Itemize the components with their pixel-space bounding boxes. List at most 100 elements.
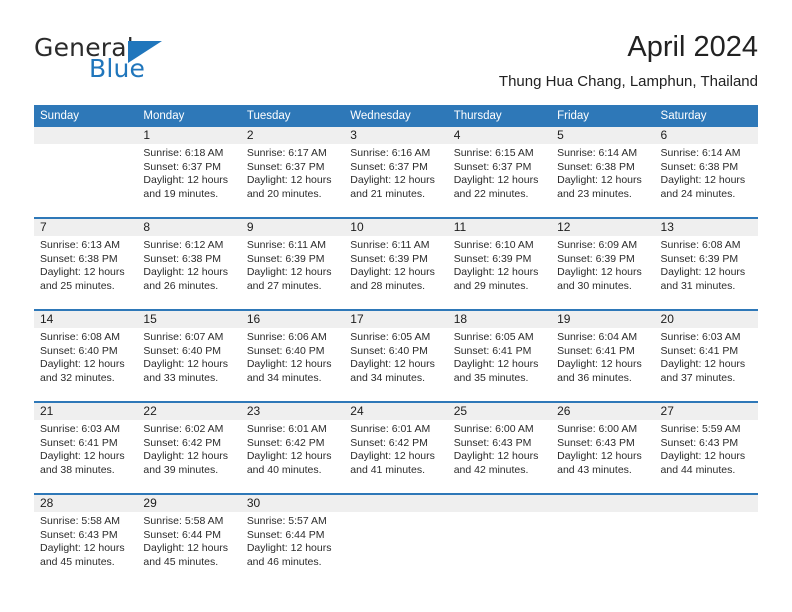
day-number: 16 xyxy=(240,311,345,328)
daylight-text-line2: and 19 minutes. xyxy=(143,187,219,200)
day-number: 17 xyxy=(344,311,448,328)
sunrise-text: Sunrise: 6:03 AM xyxy=(40,423,120,435)
calendar-day-cell[interactable]: 9 Sunrise: 6:11 AM Sunset: 6:39 PM Daylight… xyxy=(240,217,345,310)
calendar-day-cell[interactable]: 13 Sunrise: 6:08 AM Sunset: 6:39 PM Dayligh… xyxy=(654,217,758,310)
calendar-day-cell[interactable]: 30 Sunrise: 5:57 AM Sunset: 6:44 PM Dayligh… xyxy=(240,493,345,585)
calendar-day-cell[interactable]: 10 Sunrise: 6:11 AM Sunset: 6:39 PM Dayligh… xyxy=(344,217,448,310)
calendar-day-cell[interactable]: 25 Sunrise: 6:00 AM Sunset: 6:43 PM Dayligh… xyxy=(447,401,552,494)
daylight-text-line2: and 29 minutes. xyxy=(453,279,529,292)
calendar-day-cell[interactable]: 19 Sunrise: 6:04 AM Sunset: 6:41 PM Dayligh… xyxy=(551,309,655,402)
weekday-header-friday: Friday xyxy=(551,105,655,127)
calendar-day-cell[interactable]: 7 Sunrise: 6:13 AM Sunset: 6:38 PM Daylight… xyxy=(34,217,138,310)
daylight-text-line1: Daylight: 12 hours xyxy=(557,174,642,187)
calendar-day-cell-empty xyxy=(447,493,552,585)
calendar-day-cell[interactable]: 21 Sunrise: 6:03 AM Sunset: 6:41 PM Dayligh… xyxy=(34,401,138,494)
sunrise-text: Sunrise: 5:57 AM xyxy=(246,515,327,527)
day-number: 6 xyxy=(654,127,758,144)
daylight-text-line2: and 45 minutes. xyxy=(143,555,219,568)
day-number: 30 xyxy=(240,495,345,512)
calendar-day-cell-empty xyxy=(344,493,448,585)
day-cell-inner: 14 Sunrise: 6:08 AM Sunset: 6:40 PM Dayligh… xyxy=(34,311,138,401)
daylight-text-line1: Daylight: 12 hours xyxy=(40,450,125,463)
calendar-day-cell[interactable]: 1 Sunrise: 6:18 AM Sunset: 6:37 PM Daylight… xyxy=(137,127,241,218)
calendar-day-cell[interactable]: 2 Sunrise: 6:17 AM Sunset: 6:37 PM Daylight… xyxy=(240,127,345,218)
daylight-text-line2: and 24 minutes. xyxy=(660,187,736,200)
weekday-header-sunday: Sunday xyxy=(34,105,138,127)
calendar-day-cell[interactable]: 16 Sunrise: 6:06 AM Sunset: 6:40 PM Dayligh… xyxy=(240,309,345,402)
sunset-text: Sunset: 6:39 PM xyxy=(246,252,325,265)
calendar-day-cell[interactable]: 18 Sunrise: 6:05 AM Sunset: 6:41 PM Dayligh… xyxy=(447,309,552,402)
calendar-day-cell[interactable]: 5 Sunrise: 6:14 AM Sunset: 6:38 PM Daylight… xyxy=(551,127,655,218)
sunset-text: Sunset: 6:38 PM xyxy=(143,252,222,265)
day-number: 24 xyxy=(344,403,448,420)
calendar-day-cell[interactable]: 3 Sunrise: 6:16 AM Sunset: 6:37 PM Daylight… xyxy=(344,127,448,218)
calendar-day-cell[interactable]: 20 Sunrise: 6:03 AM Sunset: 6:41 PM Dayligh… xyxy=(654,309,758,402)
sunset-text: Sunset: 6:39 PM xyxy=(557,252,635,265)
day-detail: Sunrise: 6:02 AM Sunset: 6:42 PM Daylight:… xyxy=(137,420,240,477)
sunset-text: Sunset: 6:38 PM xyxy=(40,252,118,265)
daylight-text-line2: and 43 minutes. xyxy=(557,463,632,476)
day-cell-inner: 2 Sunrise: 6:17 AM Sunset: 6:37 PM Daylight… xyxy=(240,127,345,217)
calendar-day-cell[interactable]: 23 Sunrise: 6:01 AM Sunset: 6:42 PM Dayligh… xyxy=(240,401,345,494)
daylight-text-line1: Daylight: 12 hours xyxy=(143,266,229,279)
daylight-text-line1: Daylight: 12 hours xyxy=(246,450,332,463)
day-number: 25 xyxy=(447,403,552,420)
calendar-day-cell[interactable]: 26 Sunrise: 6:00 AM Sunset: 6:43 PM Dayligh… xyxy=(551,401,655,494)
day-number xyxy=(551,495,655,512)
day-detail: Sunrise: 6:09 AM Sunset: 6:39 PM Daylight:… xyxy=(551,236,654,293)
day-number: 23 xyxy=(240,403,345,420)
day-cell-inner: 23 Sunrise: 6:01 AM Sunset: 6:42 PM Dayligh… xyxy=(240,403,345,493)
daylight-text-line2: and 22 minutes. xyxy=(453,187,529,200)
daylight-text-line1: Daylight: 12 hours xyxy=(143,174,229,187)
general-blue-logo[interactable]: General Blue xyxy=(34,34,224,90)
daylight-text-line2: and 40 minutes. xyxy=(246,463,322,476)
daylight-text-line1: Daylight: 12 hours xyxy=(557,450,642,463)
sunrise-text: Sunrise: 6:04 AM xyxy=(557,331,638,343)
logo-word-blue: Blue xyxy=(89,54,146,83)
sunrise-text: Sunrise: 6:13 AM xyxy=(40,239,120,251)
calendar-day-cell-empty xyxy=(551,493,655,585)
day-detail: Sunrise: 6:08 AM Sunset: 6:40 PM Daylight:… xyxy=(34,328,137,385)
daylight-text-line2: and 36 minutes. xyxy=(557,371,632,384)
day-cell-inner: 8 Sunrise: 6:12 AM Sunset: 6:38 PM Daylight… xyxy=(137,219,241,309)
sunrise-text: Sunrise: 6:14 AM xyxy=(660,147,741,159)
sunrise-text: Sunrise: 6:00 AM xyxy=(557,423,638,435)
sunset-text: Sunset: 6:37 PM xyxy=(246,160,325,173)
day-detail: Sunrise: 6:10 AM Sunset: 6:39 PM Daylight:… xyxy=(448,236,551,293)
calendar-day-cell[interactable]: 8 Sunrise: 6:12 AM Sunset: 6:38 PM Daylight… xyxy=(137,217,241,310)
sunrise-text: Sunrise: 6:01 AM xyxy=(350,423,431,435)
calendar-day-cell[interactable]: 15 Sunrise: 6:07 AM Sunset: 6:40 PM Dayligh… xyxy=(137,309,241,402)
day-cell-inner xyxy=(551,495,655,585)
day-cell-inner: 28 Sunrise: 5:58 AM Sunset: 6:43 PM Dayligh… xyxy=(34,495,138,585)
day-cell-inner xyxy=(447,495,552,585)
sunrise-text: Sunrise: 5:58 AM xyxy=(143,515,224,527)
calendar-day-cell[interactable]: 24 Sunrise: 6:01 AM Sunset: 6:42 PM Dayligh… xyxy=(344,401,448,494)
calendar-day-cell[interactable]: 29 Sunrise: 5:58 AM Sunset: 6:44 PM Dayligh… xyxy=(137,493,241,585)
sunrise-text: Sunrise: 6:14 AM xyxy=(557,147,638,159)
calendar-day-cell[interactable]: 4 Sunrise: 6:15 AM Sunset: 6:37 PM Daylight… xyxy=(447,127,552,218)
calendar-day-cell[interactable]: 22 Sunrise: 6:02 AM Sunset: 6:42 PM Dayligh… xyxy=(137,401,241,494)
calendar-day-cell[interactable]: 28 Sunrise: 5:58 AM Sunset: 6:43 PM Dayligh… xyxy=(34,493,138,585)
sunrise-text: Sunrise: 6:05 AM xyxy=(350,331,431,343)
calendar-day-cell[interactable]: 6 Sunrise: 6:14 AM Sunset: 6:38 PM Daylight… xyxy=(654,127,758,218)
day-cell-inner xyxy=(654,495,758,585)
daylight-text-line1: Daylight: 12 hours xyxy=(660,266,746,279)
sunrise-text: Sunrise: 6:08 AM xyxy=(40,331,120,343)
daylight-text-line1: Daylight: 12 hours xyxy=(660,450,746,463)
day-number: 9 xyxy=(240,219,345,236)
day-cell-inner: 20 Sunrise: 6:03 AM Sunset: 6:41 PM Dayligh… xyxy=(654,311,758,401)
calendar-day-cell[interactable]: 17 Sunrise: 6:05 AM Sunset: 6:40 PM Dayligh… xyxy=(344,309,448,402)
day-number: 5 xyxy=(551,127,655,144)
calendar-day-cell[interactable]: 11 Sunrise: 6:10 AM Sunset: 6:39 PM Dayligh… xyxy=(447,217,552,310)
day-detail: Sunrise: 6:14 AM Sunset: 6:38 PM Daylight:… xyxy=(551,144,654,201)
day-number: 18 xyxy=(447,311,552,328)
daylight-text-line2: and 21 minutes. xyxy=(350,187,425,200)
calendar-day-cell[interactable]: 27 Sunrise: 5:59 AM Sunset: 6:43 PM Dayligh… xyxy=(654,401,758,494)
sunrise-text: Sunrise: 6:06 AM xyxy=(246,331,327,343)
calendar-day-cell[interactable]: 12 Sunrise: 6:09 AM Sunset: 6:39 PM Dayligh… xyxy=(551,217,655,310)
calendar-grid: Sunday Monday Tuesday Wednesday Thursday… xyxy=(34,105,758,585)
daylight-text-line2: and 23 minutes. xyxy=(557,187,632,200)
calendar-day-cell[interactable]: 14 Sunrise: 6:08 AM Sunset: 6:40 PM Dayligh… xyxy=(34,309,138,402)
daylight-text-line1: Daylight: 12 hours xyxy=(350,266,435,279)
day-cell-inner xyxy=(34,127,138,217)
